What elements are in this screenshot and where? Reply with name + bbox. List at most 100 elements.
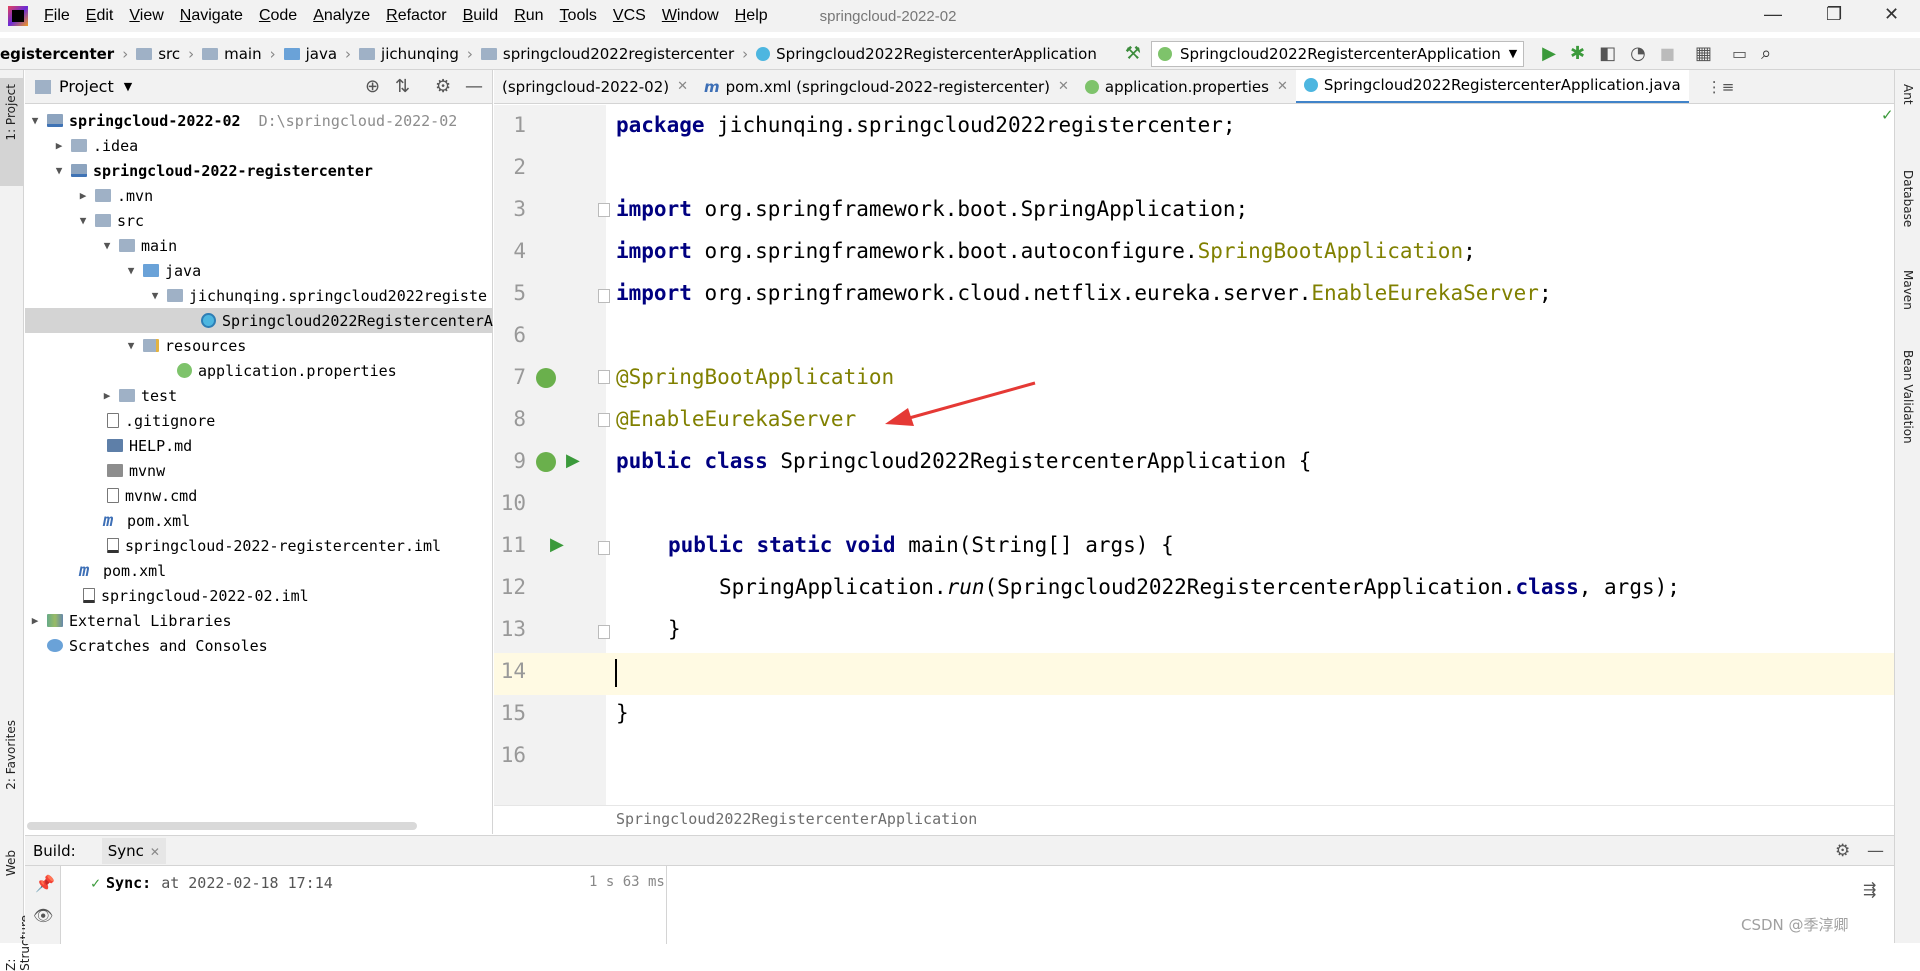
chevron-right-icon[interactable]: ▶	[77, 189, 89, 202]
tab-overflow-icon[interactable]: ⋮≡	[1707, 78, 1735, 96]
menu-view[interactable]: View	[129, 7, 163, 25]
close-icon[interactable]: ✕	[1058, 79, 1069, 94]
menu-file[interactable]: File	[44, 7, 70, 25]
tree-item-application-properties[interactable]: application.properties	[177, 358, 397, 383]
gear-icon[interactable]: ⚙	[435, 76, 451, 97]
database-tool-label[interactable]: Database	[1901, 170, 1915, 227]
menu-window[interactable]: Window	[662, 7, 719, 25]
chevron-down-icon[interactable]: ▼	[29, 114, 41, 127]
collapse-all-icon[interactable]: ⇅	[395, 76, 410, 97]
project-view-selector[interactable]: Project	[59, 77, 114, 96]
menu-run[interactable]: Run	[514, 7, 543, 25]
tree-item-resources[interactable]: ▼ resources	[125, 333, 247, 358]
tree-item-external-libraries[interactable]: ▶ External Libraries	[29, 608, 232, 633]
terminal-icon[interactable]: ▭	[1732, 44, 1747, 63]
breadcrumb-module[interactable]: egistercenter	[0, 45, 114, 63]
soft-wrap-icon[interactable]: ⇶	[1863, 880, 1876, 899]
chevron-down-icon[interactable]: ▼	[101, 239, 113, 252]
editor-breadcrumb[interactable]: Springcloud2022RegistercenterApplication	[494, 805, 1894, 835]
bean-validation-tool-label[interactable]: Bean Validation	[1901, 350, 1915, 444]
locate-icon[interactable]: ⊕	[365, 76, 380, 97]
restore-icon[interactable]: ❐	[1826, 4, 1842, 25]
search-icon[interactable]: ⌕	[1761, 43, 1771, 64]
project-tool-label[interactable]: 1: Project	[4, 84, 18, 141]
fold-icon[interactable]	[598, 625, 610, 639]
menu-navigate[interactable]: Navigate	[180, 7, 243, 25]
menu-help[interactable]: Help	[735, 7, 768, 25]
tree-item-scratches[interactable]: Scratches and Consoles	[47, 633, 268, 658]
build-sync-row[interactable]: ✓ Sync: at 2022-02-18 17:14	[91, 874, 333, 892]
tree-item-src[interactable]: ▼ src	[77, 208, 144, 233]
tree-item-test[interactable]: ▶ test	[101, 383, 177, 408]
web-tool-label[interactable]: Web	[4, 850, 18, 876]
fold-icon[interactable]	[598, 203, 610, 217]
build-hammer-icon[interactable]: ⚒	[1125, 43, 1141, 64]
tree-item-main[interactable]: ▼ main	[101, 233, 177, 258]
fold-icon[interactable]	[598, 370, 610, 384]
fold-icon[interactable]	[598, 413, 610, 427]
tree-item-pom-root[interactable]: m pom.xml	[79, 558, 166, 583]
tree-item-mvnw[interactable]: mvnw	[107, 458, 165, 483]
chevron-down-icon[interactable]: ▼	[149, 289, 161, 302]
maven-tool-label[interactable]: Maven	[1901, 270, 1915, 310]
tree-item-root[interactable]: ▼ springcloud-2022-02 D:\springcloud-2022-…	[29, 108, 458, 133]
chevron-down-icon[interactable]: ▼	[124, 80, 132, 93]
breadcrumb-main[interactable]: main	[198, 45, 262, 63]
run-icon[interactable]: ▶	[1542, 43, 1556, 64]
tree-item-registercenter[interactable]: ▼ springcloud-2022-registercenter	[53, 158, 373, 183]
chevron-right-icon[interactable]: ▶	[101, 389, 113, 402]
tree-item-help-md[interactable]: HELP.md	[107, 433, 192, 458]
tree-item-gitignore[interactable]: .gitignore	[107, 408, 215, 433]
menu-code[interactable]: Code	[259, 7, 297, 25]
spring-bean-icon[interactable]	[536, 452, 556, 472]
run-gutter-icon[interactable]: ▶	[550, 534, 564, 555]
tree-item-application-class[interactable]: Springcloud2022RegistercenterA	[25, 308, 493, 333]
chevron-down-icon[interactable]: ▼	[53, 164, 65, 177]
menu-refactor[interactable]: Refactor	[386, 7, 446, 25]
favorites-tool-label[interactable]: 2: Favorites	[4, 720, 18, 790]
spring-bean-icon[interactable]	[536, 368, 556, 388]
chevron-right-icon[interactable]: ▶	[53, 139, 65, 152]
tab-sync[interactable]: Sync ✕	[101, 837, 166, 864]
stop-icon[interactable]: ■	[1660, 44, 1675, 63]
debug-icon[interactable]: ✱	[1570, 43, 1585, 64]
tree-item-pom-module[interactable]: m pom.xml	[103, 508, 190, 533]
breadcrumb-class[interactable]: Springcloud2022RegistercenterApplication	[752, 45, 1097, 63]
close-icon[interactable]: ✕	[677, 79, 688, 94]
tab-application-java[interactable]: Springcloud2022RegistercenterApplication…	[1295, 70, 1689, 103]
hide-icon[interactable]: —	[465, 76, 483, 97]
chevron-down-icon[interactable]: ▼	[125, 264, 137, 277]
tab-application-properties[interactable]: application.properties ✕	[1077, 70, 1296, 103]
gear-icon[interactable]: ⚙	[1835, 841, 1850, 861]
run-config-dropdown[interactable]: Springcloud2022RegistercenterApplication…	[1151, 40, 1525, 67]
close-icon[interactable]: ✕	[1884, 4, 1899, 25]
fold-icon[interactable]	[598, 289, 610, 303]
run-gutter-icon[interactable]: ▶	[566, 450, 580, 471]
breadcrumb-src[interactable]: src	[132, 45, 180, 63]
breadcrumb-java[interactable]: java	[280, 45, 337, 63]
menu-tools[interactable]: Tools	[560, 7, 597, 25]
menu-vcs[interactable]: VCS	[613, 7, 646, 25]
fold-icon[interactable]	[598, 541, 610, 555]
breadcrumb-package[interactable]: jichunqing	[355, 45, 459, 63]
pin-icon[interactable]: 📌	[35, 874, 55, 893]
tree-item-mvnw-cmd[interactable]: mvnw.cmd	[107, 483, 197, 508]
ant-tool-label[interactable]: Ant	[1901, 84, 1915, 105]
tree-item-root-iml[interactable]: springcloud-2022-02.iml	[83, 583, 309, 608]
close-icon[interactable]: ✕	[1277, 79, 1288, 94]
tree-item-java[interactable]: ▼ java	[125, 258, 201, 283]
tab-root-pom[interactable]: (springcloud-2022-02) ✕	[494, 70, 696, 103]
tree-item-mvn[interactable]: ▶ .mvn	[77, 183, 153, 208]
chevron-right-icon[interactable]: ▶	[29, 614, 41, 627]
tree-item-idea[interactable]: ▶ .idea	[53, 133, 138, 158]
menu-analyze[interactable]: Analyze	[313, 7, 370, 25]
tree-item-module-iml[interactable]: springcloud-2022-registercenter.iml	[107, 533, 441, 558]
hide-icon[interactable]: —	[1867, 841, 1884, 861]
eye-icon[interactable]: 👁	[33, 906, 53, 925]
chevron-down-icon[interactable]: ▼	[77, 214, 89, 227]
tree-item-package[interactable]: ▼ jichunqing.springcloud2022registe	[149, 283, 493, 308]
chevron-down-icon[interactable]: ▼	[125, 339, 137, 352]
project-structure-icon[interactable]: ▦	[1695, 43, 1712, 64]
tab-module-pom[interactable]: m pom.xml (springcloud-2022-registercente…	[696, 70, 1077, 103]
coverage-icon[interactable]: ◧	[1599, 43, 1616, 64]
